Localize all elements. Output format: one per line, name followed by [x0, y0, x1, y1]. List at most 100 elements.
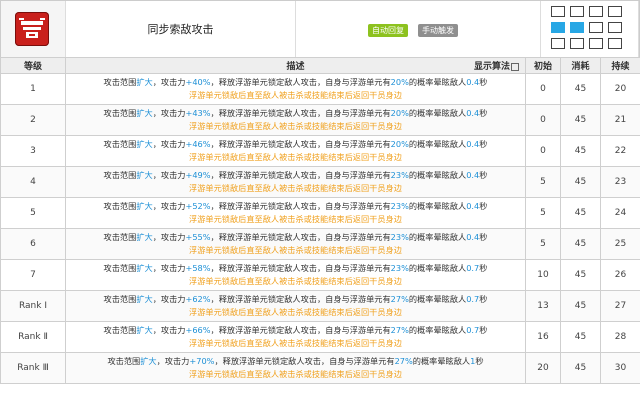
- tag-manual-trigger: 手动触发: [418, 24, 458, 37]
- description-line: 攻击范围扩大，攻击力+40%，释放浮游单元锁定敌人攻击，自身与浮游单元有20%的…: [66, 76, 525, 89]
- desc-text: 秒: [479, 201, 488, 211]
- initial-sp-cell: 0: [525, 104, 561, 136]
- skill-panel: 同步索敌攻击 自动回复 手动触发 等级 描述 显示算法 初始 消耗 持续 1攻击…: [0, 0, 640, 401]
- desc-highlight: +43%: [185, 108, 211, 118]
- desc-text: 秒: [479, 232, 488, 242]
- desc-text: 的概率晕眩敌人: [408, 170, 467, 180]
- checkbox-icon[interactable]: [511, 62, 519, 71]
- table-row: 3 攻击范围扩大，攻击力+46%，释放浮游单元锁定敌人攻击，自身与浮游单元有20%…: [0, 135, 640, 167]
- table-row: 6 攻击范围扩大，攻击力+55%，释放浮游单元锁定敌人攻击，自身与浮游单元有23%…: [0, 228, 640, 260]
- desc-highlight: +70%: [189, 356, 215, 366]
- desc-text: 的概率晕眩敌人: [408, 325, 467, 335]
- description-cell: 攻击范围扩大，攻击力+70%，释放浮游单元锁定敌人攻击，自身与浮游单元有27%的…: [65, 352, 526, 384]
- desc-text: ，攻击力: [152, 263, 186, 273]
- desc-text: ，释放浮游单元锁定敌人攻击，自身与浮游单元有: [210, 263, 391, 273]
- description-line: 攻击范围扩大，攻击力+62%，释放浮游单元锁定敌人攻击，自身与浮游单元有27%的…: [66, 293, 525, 306]
- initial-sp-cell: 5: [525, 166, 561, 198]
- target-lock-icon: [15, 12, 49, 46]
- col-duration: 持续: [600, 57, 640, 74]
- desc-text: ，释放浮游单元锁定敌人攻击，自身与浮游单元有: [210, 77, 391, 87]
- level-cell: 5: [0, 197, 66, 229]
- duration-cell: 22: [600, 135, 640, 167]
- desc-text: ，释放浮游单元锁定敌人攻击，自身与浮游单元有: [210, 232, 391, 242]
- display-algorithm-toggle[interactable]: 显示算法: [474, 59, 519, 72]
- range-cell: [570, 6, 584, 17]
- range-cell: [551, 38, 565, 49]
- desc-text: 秒: [479, 294, 488, 304]
- col-cost: 消耗: [560, 57, 601, 74]
- table-row: 5 攻击范围扩大，攻击力+52%，释放浮游单元锁定敌人攻击，自身与浮游单元有23%…: [0, 197, 640, 229]
- desc-text: 的概率晕眩敌人: [408, 232, 467, 242]
- initial-sp-cell: 5: [525, 197, 561, 229]
- desc-text: 的概率晕眩敌人: [408, 108, 467, 118]
- description-note: 浮游单元锁敌后直至敌人被击杀或技能结束后返回干员身边: [189, 152, 402, 162]
- desc-text: ，释放浮游单元锁定敌人攻击，自身与浮游单元有: [214, 356, 395, 366]
- range-cell: [608, 6, 622, 17]
- desc-text: ，攻击力: [156, 356, 190, 366]
- description-cell: 攻击范围扩大，攻击力+62%，释放浮游单元锁定敌人攻击，自身与浮游单元有27%的…: [65, 290, 526, 322]
- table-row: Rank Ⅲ 攻击范围扩大，攻击力+70%，释放浮游单元锁定敌人攻击，自身与浮游单…: [0, 352, 640, 384]
- sp-cost-cell: 45: [560, 290, 601, 322]
- desc-highlight: 0.7: [466, 263, 480, 273]
- level-cell: Rank Ⅰ: [0, 290, 66, 322]
- description-line: 攻击范围扩大，攻击力+43%，释放浮游单元锁定敌人攻击，自身与浮游单元有20%的…: [66, 107, 525, 120]
- desc-text: ，释放浮游单元锁定敌人攻击，自身与浮游单元有: [210, 201, 391, 211]
- desc-text: ，攻击力: [152, 232, 186, 242]
- initial-sp-cell: 13: [525, 290, 561, 322]
- description-note: 浮游单元锁敌后直至敌人被击杀或技能结束后返回干员身边: [189, 369, 402, 379]
- range-cell: [570, 38, 584, 49]
- description-cell: 攻击范围扩大，攻击力+49%，释放浮游单元锁定敌人攻击，自身与浮游单元有23%的…: [65, 166, 526, 198]
- level-cell: 6: [0, 228, 66, 260]
- description-cell: 攻击范围扩大，攻击力+66%，释放浮游单元锁定敌人攻击，自身与浮游单元有27%的…: [65, 321, 526, 353]
- skill-level-table: 等级 描述 显示算法 初始 消耗 持续 1 攻击范围扩大，攻击力+40%，释放浮游…: [0, 57, 640, 384]
- desc-highlight: 扩大: [136, 139, 153, 149]
- desc-text: 的概率晕眩敌人: [408, 294, 467, 304]
- desc-text: ，释放浮游单元锁定敌人攻击，自身与浮游单元有: [210, 294, 391, 304]
- initial-sp-cell: 0: [525, 73, 561, 105]
- desc-highlight: 扩大: [140, 356, 157, 366]
- attack-range: [541, 1, 639, 57]
- table-row: 2 攻击范围扩大，攻击力+43%，释放浮游单元锁定敌人攻击，自身与浮游单元有20%…: [0, 104, 640, 136]
- range-cell: [589, 38, 603, 49]
- desc-highlight: 20%: [390, 108, 409, 118]
- sp-cost-cell: 45: [560, 228, 601, 260]
- desc-highlight: 20%: [390, 139, 409, 149]
- sp-cost-cell: 45: [560, 352, 601, 384]
- desc-highlight: 23%: [390, 170, 409, 180]
- display-algorithm-label: 显示算法: [473, 62, 510, 72]
- desc-text: 攻击范围: [103, 77, 137, 87]
- sp-cost-cell: 45: [560, 321, 601, 353]
- description-note: 浮游单元锁敌后直至敌人被击杀或技能结束后返回干员身边: [189, 307, 402, 317]
- description-line: 攻击范围扩大，攻击力+52%，释放浮游单元锁定敌人攻击，自身与浮游单元有23%的…: [66, 200, 525, 213]
- duration-cell: 30: [600, 352, 640, 384]
- desc-text: 攻击范围: [103, 232, 137, 242]
- table-row: Rank Ⅰ 攻击范围扩大，攻击力+62%，释放浮游单元锁定敌人攻击，自身与浮游单…: [0, 290, 640, 322]
- skill-name: 同步索敌攻击: [66, 1, 296, 57]
- desc-text: 的概率晕眩敌人: [408, 263, 467, 273]
- desc-highlight: 0.4: [466, 201, 480, 211]
- desc-text: 攻击范围: [103, 294, 137, 304]
- desc-highlight: +66%: [185, 325, 211, 335]
- desc-text: ，攻击力: [152, 170, 186, 180]
- desc-highlight: +46%: [185, 139, 211, 149]
- desc-text: ，攻击力: [152, 77, 186, 87]
- description-cell: 攻击范围扩大，攻击力+46%，释放浮游单元锁定敌人攻击，自身与浮游单元有20%的…: [65, 135, 526, 167]
- level-cell: 2: [0, 104, 66, 136]
- description-cell: 攻击范围扩大，攻击力+55%，释放浮游单元锁定敌人攻击，自身与浮游单元有23%的…: [65, 228, 526, 260]
- description-line: 攻击范围扩大，攻击力+58%，释放浮游单元锁定敌人攻击，自身与浮游单元有23%的…: [66, 262, 525, 275]
- desc-text: 攻击范围: [107, 356, 141, 366]
- duration-cell: 23: [600, 166, 640, 198]
- sp-cost-cell: 45: [560, 104, 601, 136]
- description-cell: 攻击范围扩大，攻击力+40%，释放浮游单元锁定敌人攻击，自身与浮游单元有20%的…: [65, 73, 526, 105]
- description-note: 浮游单元锁敌后直至敌人被击杀或技能结束后返回干员身边: [189, 276, 402, 286]
- desc-text: 攻击范围: [103, 263, 137, 273]
- desc-highlight: 扩大: [136, 108, 153, 118]
- initial-sp-cell: 5: [525, 228, 561, 260]
- desc-highlight: 23%: [390, 263, 409, 273]
- level-cell: 4: [0, 166, 66, 198]
- range-cell: [589, 6, 603, 17]
- desc-highlight: 扩大: [136, 294, 153, 304]
- desc-text: ，攻击力: [152, 108, 186, 118]
- description-note: 浮游单元锁敌后直至敌人被击杀或技能结束后返回干员身边: [189, 214, 402, 224]
- desc-highlight: +40%: [185, 77, 211, 87]
